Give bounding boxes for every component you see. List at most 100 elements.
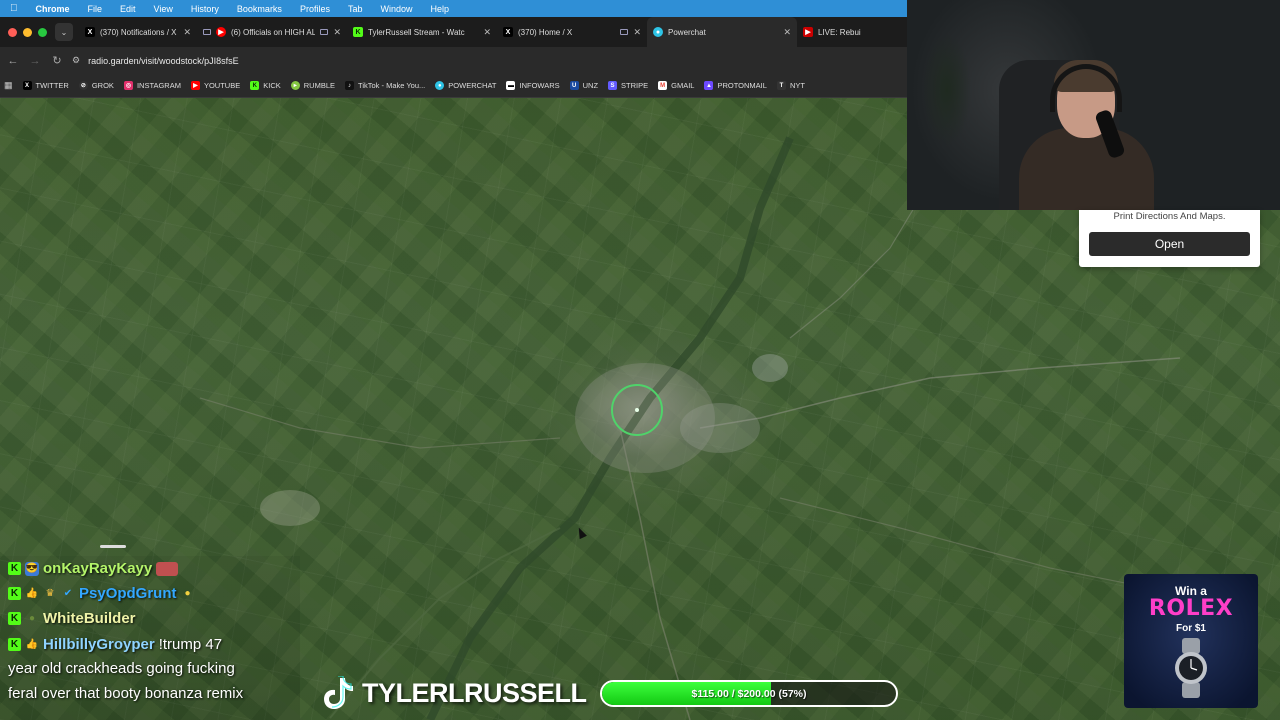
bookmark-label: YOUTUBE (203, 81, 241, 90)
menu-view[interactable]: View (154, 4, 173, 14)
youtube-icon: ▶ (190, 81, 200, 90)
chat-username[interactable]: WhiteBuilder (43, 610, 136, 627)
menubar-app-name[interactable]: Chrome (36, 4, 70, 14)
infowars-icon: ▬ (506, 81, 516, 90)
tab-kick-stream[interactable]: K TylerRussell Stream - Watc ✕ (347, 17, 497, 47)
bookmark-instagram[interactable]: ◎ INSTAGRAM (123, 81, 181, 90)
chat-username[interactable]: PsyOpdGrunt (79, 585, 177, 602)
apps-grid-icon[interactable]: ▦ (4, 80, 13, 91)
tab-x-home[interactable]: X (370) Home / X ✕ (497, 17, 647, 47)
bookmark-label: GMAIL (671, 81, 695, 90)
badge-icon: ● (28, 613, 36, 624)
bookmark-label: STRIPE (621, 81, 649, 90)
audio-icon[interactable] (620, 29, 629, 35)
chat-username[interactable]: onKayRayKayy (43, 560, 152, 577)
kick-badge-icon: K (8, 612, 21, 625)
reload-icon[interactable]: ↻ (50, 54, 64, 67)
tab-live[interactable]: ▶ LIVE: Rebuil (797, 17, 867, 47)
x-icon: X (22, 81, 32, 90)
bookmark-label: TWITTER (35, 81, 69, 90)
nyt-icon: T (776, 81, 786, 90)
bookmark-powerchat[interactable]: ● POWERCHAT (435, 81, 496, 90)
menu-edit[interactable]: Edit (120, 4, 136, 14)
bookmark-grok[interactable]: ⊘ GROK (78, 81, 114, 90)
verified-icon: ✔ (63, 588, 73, 599)
tab-search-chevron-icon[interactable]: ⌄ (55, 23, 73, 41)
url-field[interactable]: ⚙ radio.garden/visit/woodstock/pJI8sfsE (72, 51, 239, 71)
menu-history[interactable]: History (191, 4, 219, 14)
emote-icon (156, 561, 179, 576)
crown-icon: ♛ (45, 588, 55, 599)
apple-icon[interactable]:  (10, 3, 18, 14)
close-tab-icon[interactable]: ✕ (483, 27, 491, 38)
rolex-giveaway-ad[interactable]: Win a ROLEX For $1 (1124, 574, 1258, 708)
bookmark-protonmail[interactable]: ▲ PROTONMAIL (704, 81, 767, 90)
url-text[interactable]: radio.garden/visit/woodstock/pJI8sfsE (88, 56, 239, 66)
tab-powerchat[interactable]: ● Powerchat ✕ (647, 17, 797, 47)
audio-icon[interactable] (203, 29, 211, 35)
ad-line-rolex: ROLEX (1148, 596, 1234, 621)
bookmark-gmail[interactable]: M GMAIL (658, 81, 694, 90)
close-window-button[interactable] (8, 27, 17, 37)
bookmark-tiktok[interactable]: ♪ TikTok - Make You... (345, 81, 425, 90)
webcam-feed (907, 0, 1280, 210)
plant-shape (917, 20, 977, 170)
close-tab-icon[interactable]: ✕ (633, 27, 641, 38)
tiktok-icon: ♪ (345, 81, 355, 90)
thumbs-up-icon: 👍 (25, 588, 39, 599)
bookmark-label: INFOWARS (519, 81, 560, 90)
chat-overlay: K 😎 onKayRayKayy K 👍 ♛ ✔ PsyOpdGrunt ● K… (0, 545, 300, 720)
menu-tab[interactable]: Tab (348, 4, 363, 14)
kick-badge-icon: K (8, 638, 21, 651)
tab-title: LIVE: Rebuil (818, 27, 861, 37)
chat-text-continued: year old crackheads going fucking (8, 660, 235, 677)
youtube-icon: ▶ (216, 27, 226, 37)
bookmark-stripe[interactable]: S STRIPE (608, 81, 648, 90)
tab-title: TylerRussell Stream - Watc (368, 27, 465, 37)
kick-icon: K (250, 81, 260, 90)
bookmark-rumble[interactable]: ▸ RUMBLE (290, 81, 335, 90)
bookmark-label: KICK (263, 81, 281, 90)
close-tab-icon[interactable]: ✕ (783, 27, 791, 38)
tab-youtube[interactable]: ▶ (6) Officials on HIGH AL ✕ (197, 17, 347, 47)
menu-window[interactable]: Window (380, 4, 412, 14)
rumble-icon: ▸ (290, 81, 300, 90)
back-arrow-icon[interactable]: ← (6, 55, 20, 67)
open-button[interactable]: Open (1089, 232, 1250, 256)
bookmark-nyt[interactable]: T NYT (776, 81, 805, 90)
bookmark-twitter[interactable]: X TWITTER (22, 81, 69, 90)
bookmark-label: NYT (789, 81, 805, 90)
station-locator-ring[interactable] (611, 384, 663, 436)
menu-help[interactable]: Help (430, 4, 449, 14)
x-icon: X (85, 27, 95, 37)
site-settings-icon[interactable]: ⚙ (72, 55, 80, 66)
minimize-window-button[interactable] (23, 27, 32, 37)
open-app-popup: Print Directions And Maps. Open (1079, 210, 1260, 267)
donation-goal-bar: $115.00 / $200.00 (57%) (600, 680, 898, 707)
close-tab-icon[interactable]: ✕ (333, 27, 341, 38)
menu-bookmarks[interactable]: Bookmarks (237, 4, 282, 14)
bookmark-unz[interactable]: U UNZ (569, 81, 598, 90)
tab-x-notifications[interactable]: X (370) Notifications / X ✕ (79, 17, 197, 47)
window-controls (0, 27, 55, 37)
powerchat-icon: ● (653, 27, 663, 37)
streamer-body (1019, 128, 1154, 210)
thumbs-up-icon: 👍 (25, 639, 39, 650)
bookmark-youtube[interactable]: ▶ YOUTUBE (190, 81, 241, 90)
chat-text: !trump 47 (158, 636, 223, 653)
zoom-window-button[interactable] (38, 27, 47, 37)
chat-text-continued: feral over that booty bonanza remix (8, 685, 244, 702)
live-icon: ▶ (803, 27, 813, 37)
menu-file[interactable]: File (88, 4, 103, 14)
chat-message: K 👍 HillbillyGroyper !trump 47 (8, 636, 222, 653)
kick-badge-icon: K (8, 562, 21, 575)
stripe-icon: S (608, 81, 618, 90)
bookmark-infowars[interactable]: ▬ INFOWARS (506, 81, 560, 90)
close-tab-icon[interactable]: ✕ (183, 27, 191, 38)
bookmark-kick[interactable]: K KICK (250, 81, 281, 90)
background-shade (1177, 0, 1277, 210)
audio-icon[interactable] (320, 29, 329, 35)
chat-username[interactable]: HillbillyGroyper (43, 636, 155, 653)
menu-profiles[interactable]: Profiles (300, 4, 330, 14)
forward-arrow-icon[interactable]: → (28, 55, 42, 67)
